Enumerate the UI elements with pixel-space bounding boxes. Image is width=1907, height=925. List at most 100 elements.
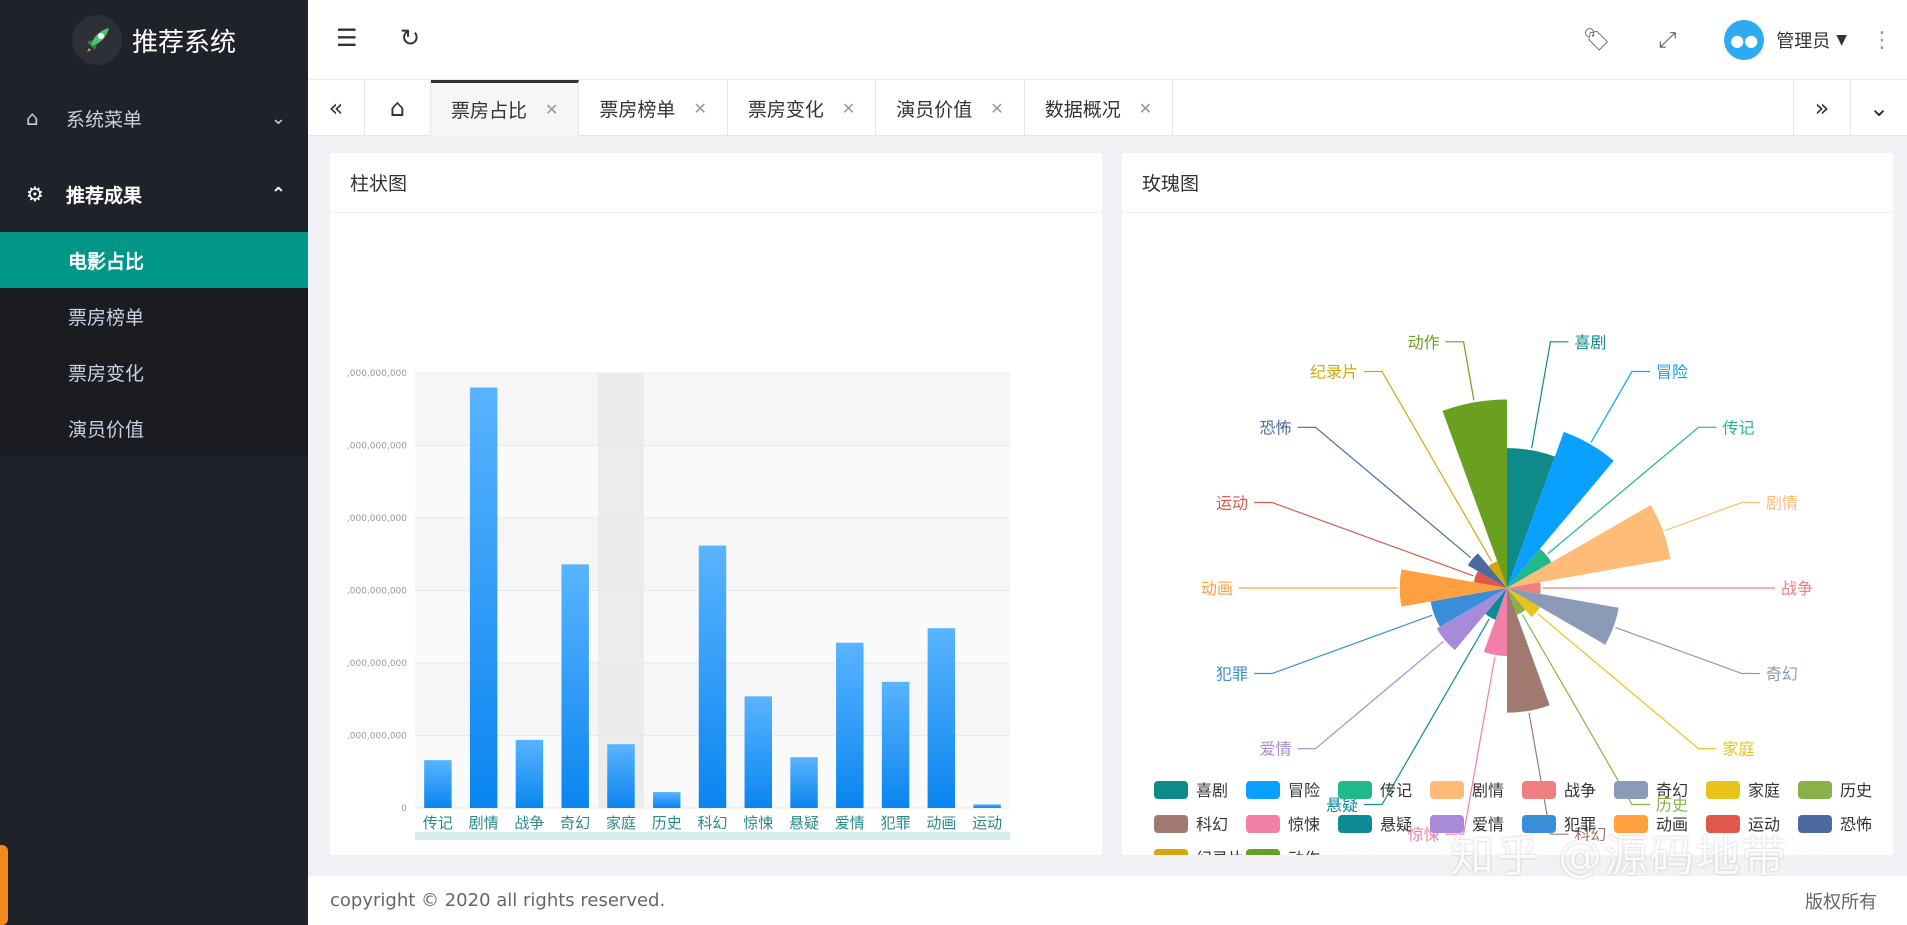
y-tick-label: ,000,000,000: [347, 587, 407, 597]
y-tick-label: 0: [401, 804, 407, 814]
sidebar-item-movie-share[interactable]: 电影占比: [0, 232, 308, 288]
legend-label: 喜剧: [1196, 781, 1228, 800]
tab-data-overview[interactable]: 数据概况 ✕: [1025, 80, 1174, 136]
x-tick-label: 家庭: [606, 814, 636, 832]
y-tick-label: ,000,000,000: [347, 442, 407, 452]
leader-line: [1297, 426, 1472, 559]
chevron-up-icon: ⌃: [270, 183, 286, 205]
chevron-down-icon: ⌄: [270, 107, 286, 129]
leader-line: [1615, 626, 1760, 675]
legend-swatch: [1154, 815, 1188, 833]
tab-bar: « ⌂ 票房占比 ✕ 票房榜单 ✕ 票房变化 ✕ 演员价值 ✕ 数据概况 ✕ » ⌄: [308, 80, 1907, 136]
legend-swatch: [1338, 815, 1372, 833]
slice-label: 运动: [1216, 493, 1248, 512]
slice-label: 战争: [1781, 579, 1813, 598]
close-icon[interactable]: ✕: [990, 99, 1003, 118]
card-title: 柱状图: [330, 153, 1102, 213]
legend-label: 冒险: [1288, 781, 1320, 800]
bar: [927, 628, 956, 808]
bar: [836, 642, 864, 808]
copyright-text: copyright © 2020 all rights reserved.: [330, 890, 666, 911]
user-name[interactable]: 管理员: [1776, 27, 1830, 53]
avatar[interactable]: ●●: [1724, 20, 1765, 60]
slice-label: 爱情: [1259, 740, 1291, 759]
rose-chart-card: 玫瑰图 喜剧 冒险 传记 剧情 战争 奇幻 家庭 历史 科幻 惊悚 悬疑 爱情 犯罪 动画 运动 恐怖 纪录片动…: [1122, 153, 1893, 868]
bar-chart: 0 ,000,000,000 ,000,000,000 ,000,000,000 ,00…: [347, 369, 1010, 840]
caret-down-icon[interactable]: ▼: [1836, 32, 1847, 48]
leader-line: [1521, 614, 1650, 806]
slice-label: 喜剧: [1574, 333, 1606, 352]
close-icon[interactable]: ✕: [1139, 99, 1152, 118]
menu-system-label: 系统菜单: [66, 108, 143, 131]
menu-results-label: 推荐成果: [66, 184, 143, 207]
legend-swatch: [1522, 781, 1556, 799]
x-tick-label: 犯罪: [881, 814, 911, 832]
tab-menu-chevron-icon[interactable]: ⌄: [1850, 80, 1907, 136]
tab-boxoffice-change[interactable]: 票房变化 ✕: [728, 80, 877, 136]
slice-label: 奇幻: [1766, 665, 1798, 684]
menu-toggle-icon[interactable]: ☰: [336, 24, 358, 52]
slice-label: 纪录片: [1310, 362, 1358, 381]
logo[interactable]: 推荐系统: [0, 0, 308, 80]
x-tick-label: 传记: [423, 814, 453, 832]
sidebar-item-actor-value[interactable]: 演员价值: [0, 400, 308, 456]
legend-swatch: [1246, 781, 1280, 799]
tab-boxoffice-share[interactable]: 票房占比 ✕: [431, 80, 580, 136]
more-icon[interactable]: ⋮: [1871, 28, 1893, 53]
leader-line: [1445, 656, 1496, 835]
slice-label: 犯罪: [1216, 665, 1248, 684]
y-tick-label: ,000,000,000: [347, 659, 407, 669]
tag-icon[interactable]: 🏷: [1583, 28, 1611, 53]
bar: [469, 387, 498, 808]
tab-actor-value[interactable]: 演员价值 ✕: [876, 80, 1025, 136]
app-title: 推荐系统: [131, 27, 236, 58]
close-icon[interactable]: ✕: [545, 100, 558, 119]
slice-label: 动画: [1201, 579, 1233, 598]
x-tick-label: 爱情: [835, 814, 865, 832]
grid-band: [415, 445, 1010, 518]
x-tick-label: 悬疑: [789, 814, 819, 832]
header-right: 🏷 ⤢ ●● 管理员 ▼ ⋮: [1583, 20, 1907, 60]
sidebar-item-boxoffice-change[interactable]: 票房变化: [0, 344, 308, 400]
card-title: 玫瑰图: [1122, 153, 1893, 213]
rights-text: 版权所有: [1805, 891, 1877, 913]
tab-next-icon[interactable]: »: [1793, 80, 1850, 136]
legend-swatch: [1338, 781, 1372, 799]
home-icon: ⌂: [26, 106, 39, 130]
leader-line: [1254, 501, 1474, 577]
y-tick-label: ,000,000,000: [347, 732, 407, 742]
y-tick-label: ,000,000,000: [347, 514, 407, 524]
legend-swatch: [1154, 781, 1188, 799]
menu-results[interactable]: ⚙ 推荐成果 ⌃: [0, 156, 308, 232]
leader-line: [1297, 640, 1444, 750]
gear-icon: ⚙: [26, 182, 44, 206]
legend-swatch: [1614, 781, 1648, 799]
close-icon[interactable]: ✕: [842, 99, 855, 118]
legend-label: 家庭: [1748, 781, 1780, 800]
legend-label: 奇幻: [1656, 781, 1688, 800]
side-handle[interactable]: [0, 845, 8, 925]
hover-band: [598, 373, 644, 808]
menu-system[interactable]: ⌂ 系统菜单 ⌄: [0, 80, 308, 156]
close-icon[interactable]: ✕: [693, 99, 706, 118]
slice-label: 动作: [1408, 333, 1440, 352]
legend-swatch: [1798, 781, 1832, 799]
tab-boxoffice-rank[interactable]: 票房榜单 ✕: [579, 80, 728, 136]
legend-label: 传记: [1380, 781, 1412, 800]
x-tick-label: 历史: [652, 814, 682, 832]
menu-group-system: ⌂ 系统菜单 ⌄: [0, 80, 308, 156]
legend-label: 动作: [1288, 849, 1320, 855]
home-tab-icon[interactable]: ⌂: [365, 80, 431, 136]
refresh-icon[interactable]: ↻: [400, 24, 420, 52]
sidebar-item-boxoffice-rank[interactable]: 票房榜单: [0, 288, 308, 344]
legend-swatch: [1706, 781, 1740, 799]
x-tick-label: 奇幻: [560, 814, 590, 832]
bar: [744, 696, 772, 808]
bar-chart-card: 柱状图 0 ,000,000,000 ,000,000,000 ,000,000,00…: [330, 153, 1102, 855]
bar: [973, 804, 1001, 808]
legend-label: 剧情: [1472, 781, 1504, 800]
bar: [881, 681, 910, 808]
fullscreen-icon[interactable]: ⤢: [1659, 28, 1677, 53]
tab-prev-icon[interactable]: «: [308, 80, 365, 136]
y-tick-label: ,000,000,000: [347, 369, 407, 379]
